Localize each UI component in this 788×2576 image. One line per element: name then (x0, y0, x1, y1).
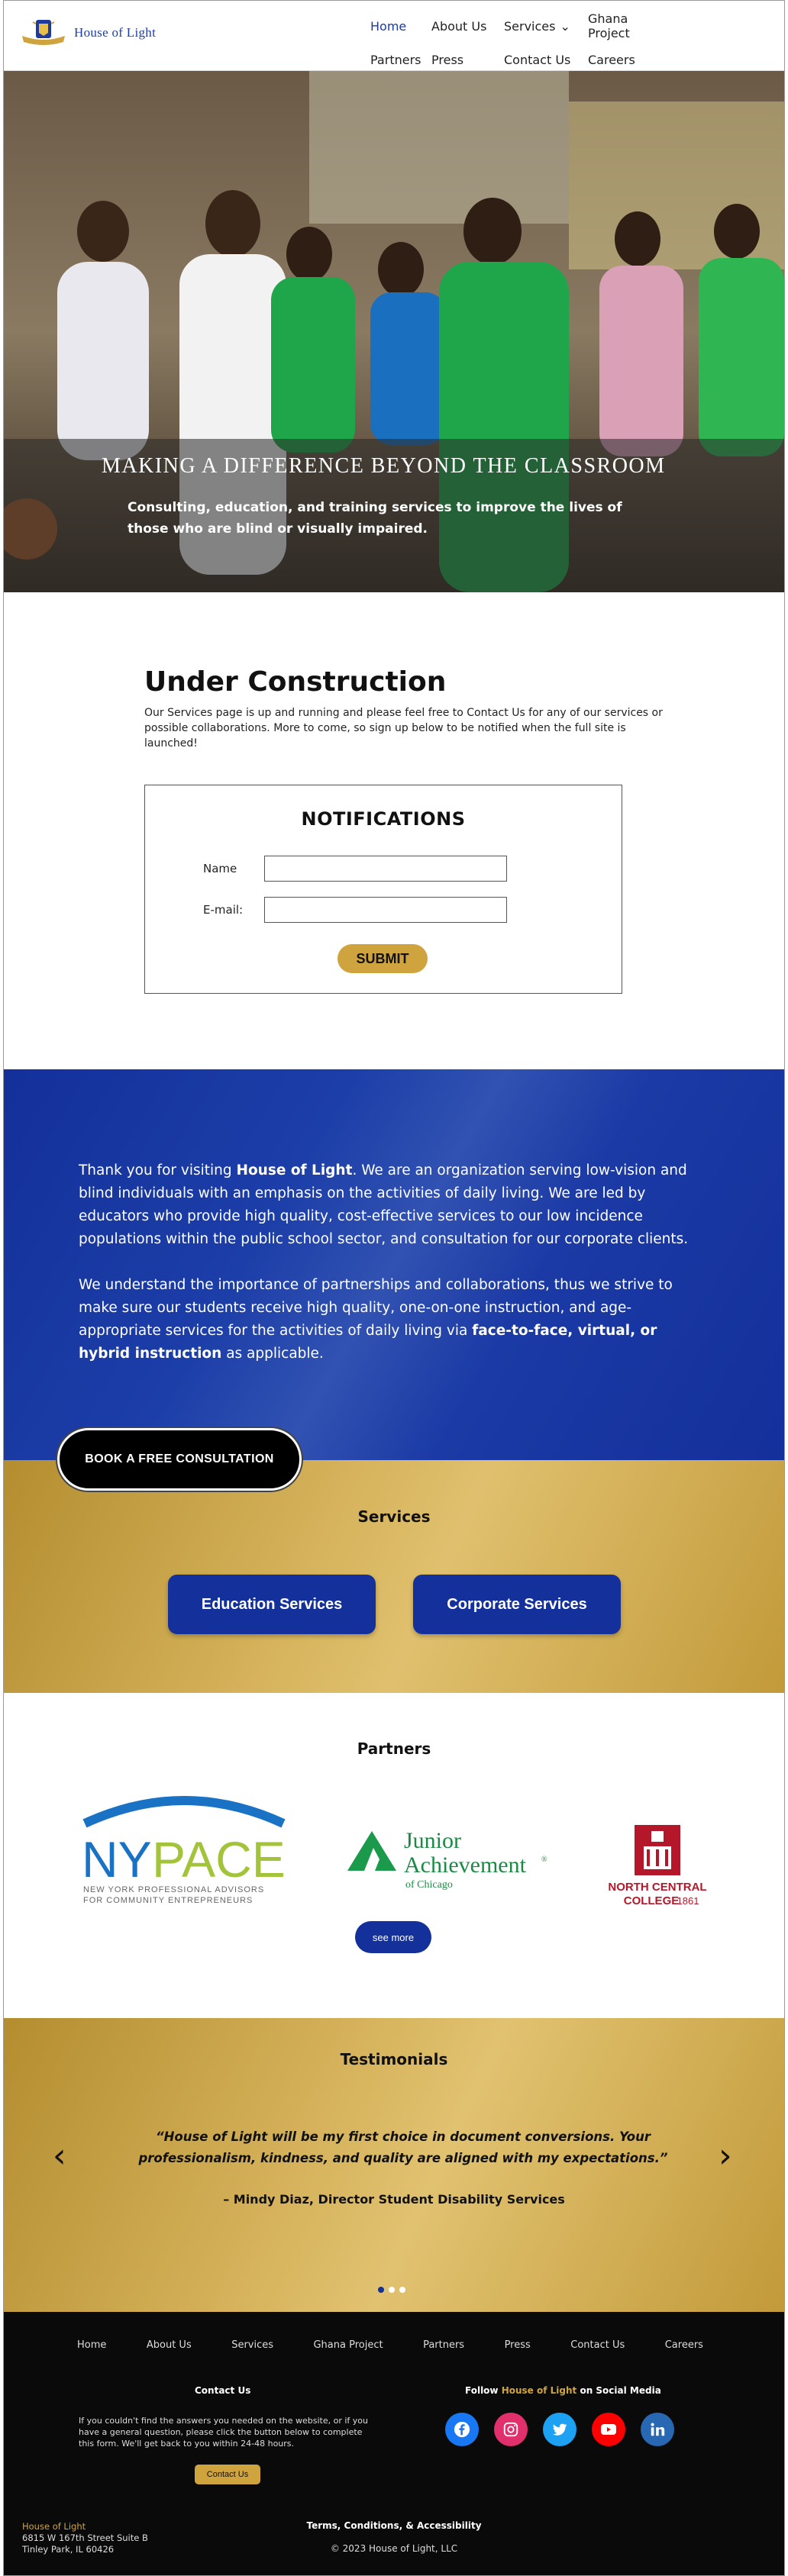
ncc-year: 1861 (677, 1895, 699, 1907)
twitter-icon[interactable] (543, 2413, 576, 2446)
nypace-subtitle-1: NEW YORK PROFESSIONAL ADVISORS (83, 1885, 264, 1894)
nypace-ny-text: NY (82, 1831, 152, 1888)
footer-nav-partners[interactable]: Partners (423, 2339, 464, 2351)
nav-ghana[interactable]: Ghana Project (588, 11, 672, 40)
corporate-services-button[interactable]: Corporate Services (413, 1575, 621, 1634)
education-services-button[interactable]: Education Services (168, 1575, 376, 1634)
name-label: Name (203, 862, 237, 875)
about-paragraph-2: We understand the importance of partners… (79, 1274, 705, 1365)
copyright: © 2023 House of Light, LLC (330, 2543, 458, 2554)
footer-nav-services[interactable]: Services (231, 2339, 273, 2351)
about-p1-brand: House of Light (236, 1162, 353, 1178)
junior-achievement-logo[interactable]: Junior Achievement ® of Chicago (344, 1825, 551, 1901)
follow-text: Follow (465, 2385, 502, 2396)
partners-title: Partners (357, 1739, 431, 1758)
page: House of Light Home About Us Services ⌄ G… (3, 0, 785, 2576)
email-input[interactable] (264, 897, 507, 923)
book-consultation-button[interactable]: BOOK A FREE CONSULTATION (57, 1428, 302, 1491)
notification-form: NOTIFICATIONS Name E-mail: SUBMIT (144, 785, 622, 994)
carousel-dot[interactable] (389, 2287, 395, 2293)
testimonial-author: – Mindy Diaz, Director Student Disabilit… (223, 2192, 565, 2207)
services-section: Services Education Services Corporate Se… (4, 1460, 784, 1693)
footer-contact-title: Contact Us (195, 2385, 251, 2396)
linkedin-icon[interactable] (641, 2413, 674, 2446)
footer-nav-about[interactable]: About Us (147, 2339, 192, 2351)
nypace-subtitle-2: FOR COMMUNITY ENTREPRENEURS (83, 1896, 253, 1905)
nav-about[interactable]: About Us (431, 11, 504, 40)
footer-contact-text: If you couldn't find the answers you nee… (79, 2416, 368, 2449)
nypace-arc-icon: NY PACE NEW YORK PROFESSIONAL ADVISORS F… (82, 1796, 286, 1905)
facebook-icon[interactable] (445, 2413, 479, 2446)
email-row: E-mail: (203, 897, 507, 923)
about-section: Thank you for visiting House of Light. W… (4, 1069, 784, 1460)
nav-press[interactable]: Press (431, 53, 504, 67)
footer-nav: Home About Us Services Ghana Project Par… (77, 2339, 703, 2351)
footer-nav-press[interactable]: Press (505, 2339, 531, 2351)
nav-careers[interactable]: Careers (588, 53, 672, 67)
nypace-logo[interactable]: NY PACE NEW YORK PROFESSIONAL ADVISORS F… (77, 1785, 291, 1907)
name-row: Name (203, 856, 507, 882)
address-line-1: 6815 W 167th Street Suite B (22, 2532, 148, 2543)
testimonials-section: Testimonials ‹ “House of Light will be m… (4, 2018, 784, 2312)
hero-banner: MAKING A DIFFERENCE BEYOND THE CLASSROOM… (4, 71, 784, 592)
footer-nav-contact[interactable]: Contact Us (570, 2339, 625, 2351)
hero-title: MAKING A DIFFERENCE BEYOND THE CLASSROOM (102, 454, 666, 478)
construction-section: Under Construction Our Services page is … (144, 666, 664, 751)
site-header: House of Light Home About Us Services ⌄ G… (4, 1, 784, 71)
carousel-dot[interactable] (399, 2287, 405, 2293)
notification-title: NOTIFICATIONS (301, 808, 466, 830)
ncc-line-2: COLLEGE (624, 1894, 680, 1907)
footer-contact-button[interactable]: Contact Us (195, 2465, 260, 2484)
ja-registered-mark: ® (541, 1855, 547, 1864)
services-title: Services (357, 1507, 431, 1526)
testimonials-title: Testimonials (340, 2050, 448, 2068)
footer-nav-careers[interactable]: Careers (665, 2339, 703, 2351)
crest-logo-icon (22, 20, 65, 45)
about-paragraph-1: Thank you for visiting House of Light. W… (79, 1159, 705, 1251)
terms-link[interactable]: Terms, Conditions, & Accessibility (4, 2520, 784, 2531)
main-nav: Home About Us Services ⌄ Ghana Project Pa… (370, 11, 737, 67)
ja-mark-icon: Junior Achievement ® of Chicago (347, 1828, 547, 1891)
name-input[interactable] (264, 856, 507, 882)
follow-heading: Follow House of Light on Social Media (465, 2385, 661, 2396)
brand-name: House of Light (74, 25, 157, 40)
next-arrow-icon[interactable]: › (719, 2136, 732, 2175)
carousel-dot[interactable] (378, 2287, 384, 2293)
about-p1-text: Thank you for visiting (79, 1162, 237, 1178)
nypace-pace-text: PACE (152, 1831, 286, 1888)
footer-nav-home[interactable]: Home (77, 2339, 106, 2351)
prev-arrow-icon[interactable]: ‹ (53, 2136, 66, 2175)
testimonial-quote: “House of Light will be my first choice … (138, 2129, 668, 2165)
follow-text-2: on Social Media (576, 2385, 661, 2396)
youtube-icon[interactable] (592, 2413, 625, 2446)
social-links (445, 2413, 674, 2446)
ncc-tower-icon: NORTH CENTRAL COLLEGE 1861 (608, 1825, 707, 1907)
instagram-icon[interactable] (494, 2413, 528, 2446)
nav-partners[interactable]: Partners (370, 53, 431, 67)
nav-services[interactable]: Services ⌄ (504, 11, 588, 40)
ncc-line-1: NORTH CENTRAL (608, 1881, 706, 1894)
about-p2-text-2: as applicable. (221, 1346, 324, 1362)
submit-button[interactable]: SUBMIT (337, 944, 428, 973)
ja-line-2: Achievement (404, 1852, 527, 1878)
logo[interactable]: House of Light (21, 18, 156, 48)
email-label: E-mail: (203, 903, 244, 917)
nav-contact[interactable]: Contact Us (504, 53, 588, 67)
construction-title: Under Construction (144, 666, 447, 698)
see-more-partners-button[interactable]: see more (355, 1921, 431, 1953)
construction-text: Our Services page is up and running and … (144, 707, 663, 750)
follow-brand: House of Light (501, 2385, 577, 2396)
ja-line-1: Junior (404, 1828, 461, 1853)
hero-subtitle: Consulting, education, and training serv… (128, 500, 622, 537)
north-central-college-logo[interactable]: NORTH CENTRAL COLLEGE 1861 (596, 1823, 719, 1915)
chevron-down-icon: ⌄ (560, 18, 570, 34)
ja-line-3: of Chicago (405, 1879, 453, 1891)
nav-home[interactable]: Home (370, 11, 431, 40)
nav-services-label: Services (504, 18, 556, 34)
carousel-dots (378, 2287, 405, 2293)
site-footer: Home About Us Services Ghana Project Par… (4, 2312, 784, 2575)
footer-nav-ghana[interactable]: Ghana Project (313, 2339, 383, 2351)
